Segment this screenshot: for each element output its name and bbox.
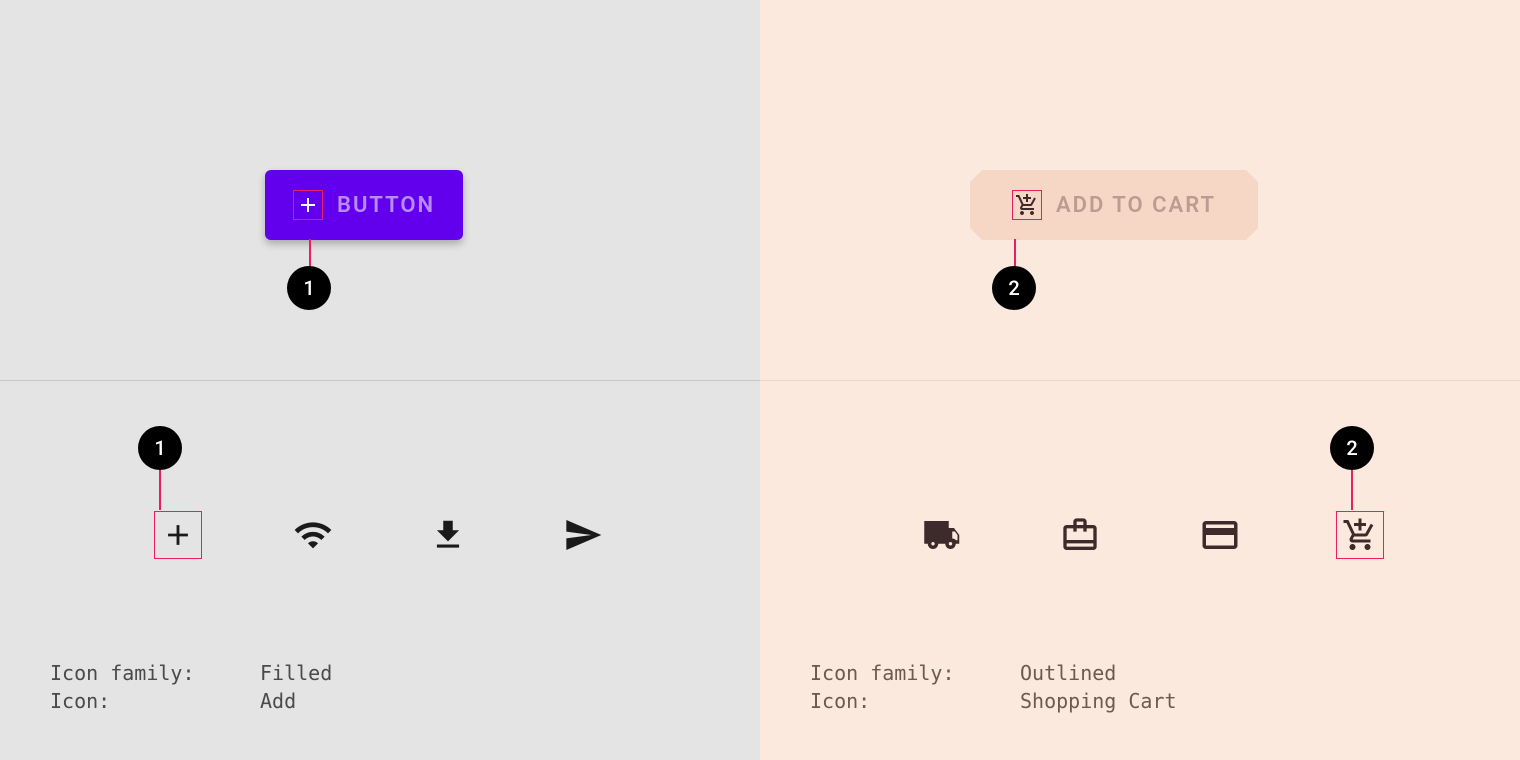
- download-icon: [424, 511, 472, 559]
- icon-row-left: [0, 511, 760, 559]
- icon-row-right: [760, 511, 1520, 559]
- wifi-icon: [289, 511, 337, 559]
- callout-line: [1014, 239, 1016, 267]
- callout-line: [309, 239, 311, 267]
- plus-icon: [154, 511, 202, 559]
- plus-icon: [293, 190, 323, 220]
- meta-family-label: Icon family:: [810, 659, 1020, 687]
- meta-icon-value: Add: [260, 687, 296, 715]
- callout-badge-1-row: 1: [138, 426, 182, 470]
- meta-left: Icon family: Filled Icon: Add: [50, 659, 332, 715]
- button-label: BUTTON: [337, 193, 435, 218]
- icon-spec-right: 2 Icon family: Outlined Icon:: [760, 380, 1520, 760]
- meta-family-value: Filled: [260, 659, 332, 687]
- meta-family-value: Outlined: [1020, 659, 1116, 687]
- add-to-cart-button[interactable]: ADD TO CART: [970, 170, 1258, 240]
- callout-badge-2-row: 2: [1330, 426, 1374, 470]
- button-label: ADD TO CART: [1056, 193, 1216, 218]
- briefcase-icon: [1056, 511, 1104, 559]
- callout-line: [159, 470, 161, 510]
- meta-family-label: Icon family:: [50, 659, 260, 687]
- meta-icon-label: Icon:: [50, 687, 260, 715]
- credit-card-icon: [1196, 511, 1244, 559]
- panel-outlined: ADD TO CART 2 2 Icon f: [760, 0, 1520, 760]
- meta-icon-value: Shopping Cart: [1020, 687, 1177, 715]
- callout-badge-1: 1: [287, 266, 331, 310]
- example-area-right: ADD TO CART 2: [760, 0, 1520, 380]
- meta-icon-label: Icon:: [810, 687, 1020, 715]
- meta-right: Icon family: Outlined Icon: Shopping Car…: [810, 659, 1177, 715]
- contained-button[interactable]: BUTTON: [265, 170, 463, 240]
- panel-filled: BUTTON 1 1 Icon family: [0, 0, 760, 760]
- icon-spec-left: 1 Icon family: Filled Icon:: [0, 380, 760, 760]
- add-shopping-cart-icon: [1012, 190, 1042, 220]
- callout-line: [1351, 470, 1353, 510]
- send-icon: [559, 511, 607, 559]
- add-shopping-cart-icon: [1336, 511, 1384, 559]
- truck-icon: [916, 511, 964, 559]
- example-area-left: BUTTON 1: [0, 0, 760, 380]
- callout-badge-2: 2: [992, 266, 1036, 310]
